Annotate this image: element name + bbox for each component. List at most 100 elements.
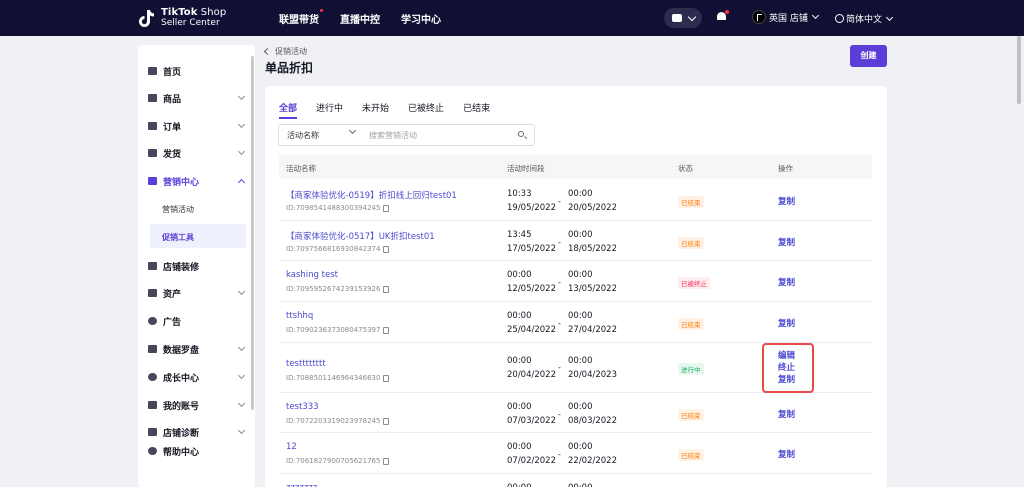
copy-button[interactable]: 复制 bbox=[778, 448, 795, 460]
end-time: 00:00 bbox=[568, 442, 593, 452]
order-icon bbox=[148, 122, 157, 130]
diagnosis-icon bbox=[148, 428, 157, 436]
top-nav-live-control[interactable]: 直播中控 bbox=[340, 11, 380, 26]
tab-ended[interactable]: 已结束 bbox=[463, 101, 490, 119]
copy-icon[interactable] bbox=[383, 285, 390, 293]
top-bar: TikTok Shop Seller Center 联盟带货 直播中控 学习中心… bbox=[0, 0, 1024, 36]
sidebar-item-marketing[interactable]: 营销中心 bbox=[148, 172, 248, 190]
end-date: 20/04/2023 bbox=[568, 370, 617, 380]
sidebar-item-shop-diagnosis[interactable]: 店铺诊断 bbox=[148, 423, 248, 441]
chevron-down-icon bbox=[237, 147, 246, 156]
sidebar-item-growth-center[interactable]: 成长中心 bbox=[148, 368, 248, 386]
shop-selector[interactable]: 英国 店铺 bbox=[752, 10, 819, 24]
create-button[interactable]: 创建 bbox=[850, 45, 887, 67]
copy-button[interactable]: 复制 bbox=[778, 317, 795, 329]
breadcrumb-label: 促销活动 bbox=[275, 47, 307, 56]
tab-in-progress[interactable]: 进行中 bbox=[316, 101, 343, 119]
col-header-name: 活动名称 bbox=[286, 164, 316, 173]
product-icon bbox=[148, 94, 157, 102]
copy-icon[interactable] bbox=[383, 374, 390, 382]
copy-icon[interactable] bbox=[383, 326, 390, 334]
search-field-select[interactable]: 活动名称 bbox=[279, 125, 363, 145]
chevron-down-icon bbox=[237, 343, 246, 352]
campaign-name-link[interactable]: 12 bbox=[286, 442, 297, 452]
copy-icon[interactable] bbox=[383, 245, 390, 253]
campaign-name-link[interactable]: ttshhq bbox=[286, 311, 313, 321]
copy-icon[interactable] bbox=[383, 204, 390, 212]
table-row: ttshhq ID:7090236373080475397 00:00 25/04/2… bbox=[279, 302, 872, 343]
top-nav-learning-center[interactable]: 学习中心 bbox=[401, 11, 441, 26]
truck-icon bbox=[148, 149, 157, 157]
start-time: 00:00 bbox=[507, 402, 532, 412]
sidebar-item-orders[interactable]: 订单 bbox=[148, 117, 248, 135]
notification-dot-icon bbox=[725, 10, 729, 14]
sidebar-item-ads[interactable]: 广告 bbox=[148, 312, 248, 330]
copy-button[interactable]: 复制 bbox=[778, 195, 795, 207]
end-date: 08/03/2022 bbox=[568, 416, 617, 426]
tab-terminated[interactable]: 已被终止 bbox=[408, 101, 444, 119]
campaign-name-link[interactable]: kashing test bbox=[286, 270, 338, 280]
campaign-name-link[interactable]: 【商家体验优化-0519】折扣线上回归test01 bbox=[286, 189, 457, 201]
col-header-status: 状态 bbox=[678, 164, 693, 173]
top-nav-affiliate[interactable]: 联盟带货 bbox=[279, 9, 323, 26]
chevron-down-icon bbox=[237, 426, 246, 435]
range-dash: - bbox=[558, 363, 561, 372]
breadcrumb-back[interactable]: 促销活动 bbox=[263, 46, 307, 57]
range-dash: - bbox=[558, 319, 561, 328]
table-row: 【商家体验优化-0519】折扣线上回归test01 ID:709854148830… bbox=[279, 180, 872, 221]
tab-all[interactable]: 全部 bbox=[279, 101, 298, 119]
language-selector[interactable]: 简体中文 bbox=[835, 12, 894, 25]
status-badge: 已被终止 bbox=[678, 277, 710, 289]
sidebar-item-shipping[interactable]: 发货 bbox=[148, 144, 248, 162]
end-time: 00:00 bbox=[568, 230, 593, 240]
search-input[interactable] bbox=[363, 125, 512, 145]
sidebar-item-my-account[interactable]: 我的账号 bbox=[148, 396, 248, 414]
tiktok-shop-logo[interactable]: TikTok Shop Seller Center bbox=[138, 8, 226, 28]
status-badge: 已结束 bbox=[678, 449, 704, 461]
logo-seller-center-text: Seller Center bbox=[161, 18, 220, 28]
copy-button[interactable]: 复制 bbox=[778, 408, 795, 420]
end-time: 00:00 bbox=[568, 311, 593, 321]
copy-button[interactable]: 复制 bbox=[778, 236, 795, 248]
sidebar-item-help-center[interactable]: 帮助中心 bbox=[148, 442, 248, 460]
sidebar-item-assets[interactable]: 资产 bbox=[148, 284, 248, 302]
copy-button[interactable]: 复制 bbox=[778, 276, 795, 288]
campaign-id: ID:7095952674239153926 bbox=[286, 285, 390, 293]
range-dash: - bbox=[558, 410, 561, 419]
notification-bell-icon[interactable] bbox=[717, 10, 729, 22]
sidebar-subitem-campaigns[interactable]: 营销活动 bbox=[162, 204, 194, 215]
chat-button[interactable] bbox=[664, 8, 702, 28]
col-header-period: 活动时间段 bbox=[507, 164, 545, 173]
sidebar-item-data-compass[interactable]: 数据罗盘 bbox=[148, 340, 248, 358]
campaign-name-link[interactable]: zzzzzzz bbox=[286, 483, 317, 487]
sidebar-scrollbar[interactable] bbox=[251, 56, 254, 410]
chevron-down-icon bbox=[237, 399, 246, 408]
chart-icon bbox=[148, 345, 157, 353]
sidebar-item-shop-decoration[interactable]: 店铺装修 bbox=[148, 257, 248, 275]
start-date: 12/05/2022 bbox=[507, 284, 556, 294]
status-badge: 已结束 bbox=[678, 318, 704, 330]
copy-icon[interactable] bbox=[383, 457, 390, 465]
sidebar-item-home[interactable]: 首页 bbox=[148, 62, 248, 80]
campaign-name-link[interactable]: 【商家体验优化-0517】UK折扣test01 bbox=[286, 230, 435, 242]
campaign-name-link[interactable]: testttttttt bbox=[286, 359, 326, 369]
chevron-down-icon bbox=[348, 126, 357, 135]
sidebar-item-products[interactable]: 商品 bbox=[148, 89, 248, 107]
search-icon[interactable] bbox=[512, 125, 534, 145]
start-time: 00:00 bbox=[507, 483, 532, 487]
shop-avatar bbox=[752, 10, 766, 24]
copy-icon[interactable] bbox=[383, 417, 390, 425]
col-header-actions: 操作 bbox=[778, 164, 793, 173]
wallet-icon bbox=[148, 289, 157, 297]
status-badge: 已结束 bbox=[678, 196, 704, 208]
tab-not-started[interactable]: 未开始 bbox=[362, 101, 389, 119]
end-time: 00:00 bbox=[568, 189, 593, 199]
page-scrollbar[interactable] bbox=[1017, 36, 1021, 104]
start-time: 13:45 bbox=[507, 230, 532, 240]
end-date: 20/05/2022 bbox=[568, 203, 617, 213]
campaign-name-link[interactable]: test333 bbox=[286, 402, 319, 412]
end-time: 00:00 bbox=[568, 356, 593, 366]
logo-shop-text: Shop bbox=[197, 7, 227, 18]
sidebar-subitem-promotion-tools[interactable]: 促销工具 bbox=[162, 232, 194, 243]
start-time: 00:00 bbox=[507, 356, 532, 366]
